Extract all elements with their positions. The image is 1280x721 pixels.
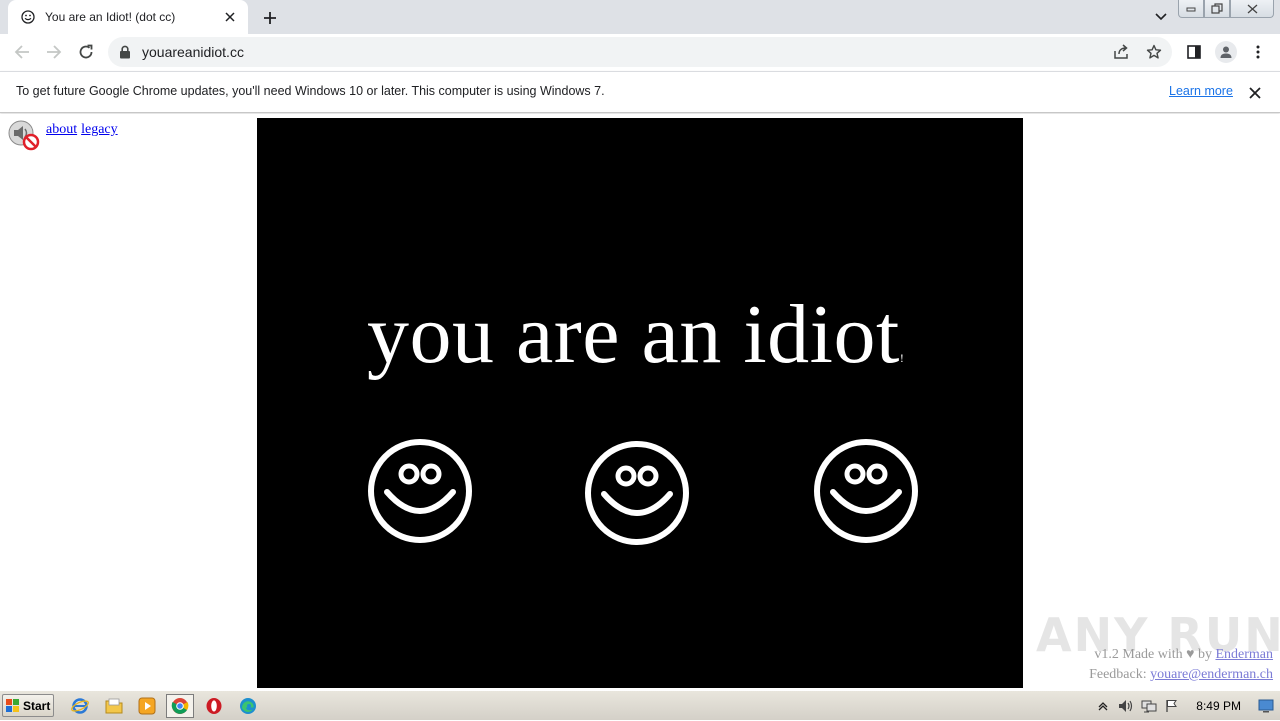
media-player-icon[interactable] [136,695,158,717]
browser-toolbar: youareanidiot.cc [0,34,1280,71]
made-with-text: Made with [1122,647,1183,662]
feedback-label: Feedback: [1089,667,1147,682]
system-tray: 8:49 PM [1090,691,1280,721]
window-controls [1178,0,1274,18]
forward-arrow-icon[interactable] [41,39,67,65]
browser-tab[interactable]: You are an Idiot! (dot cc) [8,0,248,34]
prank-stage: you are an idiot! [257,118,1023,688]
taskbar-clock[interactable]: 8:49 PM [1196,699,1241,713]
smiley-face-center-icon [585,441,689,545]
share-icon[interactable] [1112,43,1130,61]
legacy-link[interactable]: legacy [81,122,118,137]
headline: you are an idiot! [367,286,904,383]
muted-speaker-icon[interactable] [7,119,41,151]
internet-explorer-icon[interactable] [69,695,91,717]
address-bar[interactable]: youareanidiot.cc [108,37,1172,67]
opera-icon[interactable] [203,695,225,717]
profile-avatar-icon[interactable] [1215,41,1237,63]
reload-icon[interactable] [73,39,99,65]
menu-kebab-icon[interactable] [1248,42,1268,62]
taskbar: Start 8:49 PM [0,690,1280,720]
about-link[interactable]: about [46,122,77,137]
show-hidden-icons-chevron-icon[interactable] [1093,696,1113,716]
lock-icon[interactable] [119,45,133,59]
smiley-face-left-icon [368,439,472,543]
file-explorer-icon[interactable] [103,695,125,717]
page-nav-links: about legacy [46,122,122,138]
author-link[interactable]: Enderman [1215,647,1273,662]
bookmark-star-icon[interactable] [1145,43,1163,61]
version-text: v1.2 [1094,647,1119,662]
heart-icon: ♥ [1186,647,1195,662]
windows-logo-icon [6,698,19,712]
by-text: by [1197,647,1212,662]
tab-title: You are an Idiot! (dot cc) [45,10,176,24]
chrome-taskbar-icon[interactable] [166,694,194,718]
feedback-email-link[interactable]: youare@enderman.ch [1150,667,1273,682]
network-icon[interactable] [1139,696,1159,716]
footer-credits: v1.2 Made with ♥ by Enderman [1094,647,1273,663]
tab-strip: You are an Idiot! (dot cc) [0,0,1280,34]
edge-icon[interactable] [237,695,259,717]
minimize-icon[interactable] [1178,0,1204,18]
show-desktop-icon[interactable] [1256,696,1276,716]
start-button[interactable]: Start [2,694,54,717]
side-panel-icon[interactable] [1184,42,1204,62]
tab-close-icon[interactable] [222,9,238,25]
new-tab-button[interactable] [259,7,281,29]
window-close-icon[interactable] [1230,0,1274,18]
url-text: youareanidiot.cc [142,44,244,60]
smiley-icon [20,9,36,25]
headline-text: you are an idiot [367,288,900,381]
infobar-message: To get future Google Chrome updates, you… [16,84,605,98]
page-content: about legacy you are an idiot! ANY RUN v1… [0,114,1280,690]
volume-icon[interactable] [1116,696,1136,716]
footer-feedback: Feedback: youare@enderman.ch [1089,667,1273,683]
headline-trail: ! [899,351,905,365]
tab-search-chevron-icon[interactable] [1151,8,1171,26]
infobar-close-icon[interactable] [1246,84,1264,102]
restore-icon[interactable] [1204,0,1230,18]
learn-more-link[interactable]: Learn more [1169,84,1233,98]
start-label: Start [23,698,51,713]
smiley-face-right-icon [814,439,918,543]
action-center-flag-icon[interactable] [1162,696,1182,716]
back-arrow-icon[interactable] [9,39,35,65]
update-infobar: To get future Google Chrome updates, you… [0,71,1280,113]
